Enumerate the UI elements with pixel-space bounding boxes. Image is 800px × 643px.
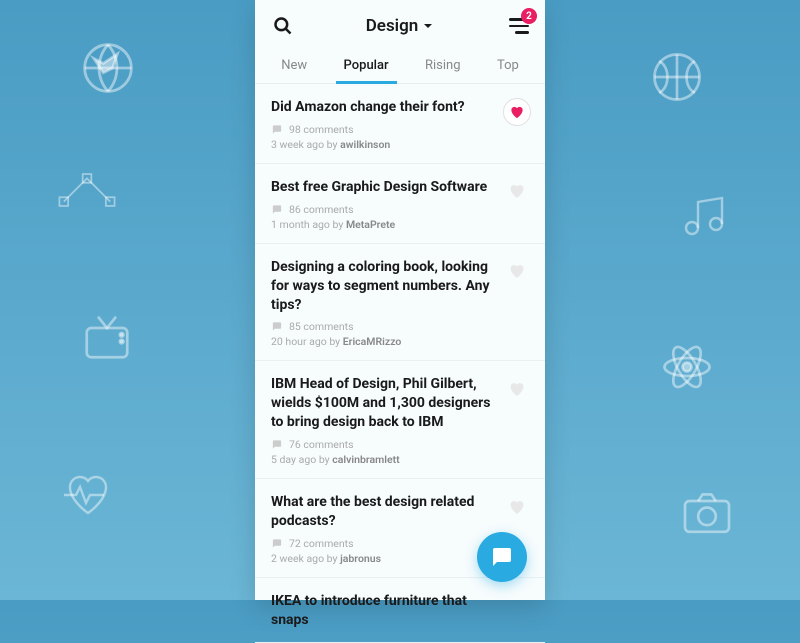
- post-byline: 5 day ago by calvinbramlett: [271, 453, 529, 466]
- tabs: New Popular Rising Top: [255, 44, 545, 84]
- header: Design 2: [255, 0, 545, 44]
- post-title: Did Amazon change their font?: [271, 98, 529, 117]
- like-button[interactable]: [503, 178, 531, 206]
- post-item[interactable]: Did Amazon change their font? 98 comment…: [255, 84, 545, 164]
- search-button[interactable]: [271, 14, 295, 38]
- post-item[interactable]: Designing a coloring book, looking for w…: [255, 244, 545, 362]
- search-icon: [273, 16, 293, 36]
- post-meta: 76 comments: [271, 438, 529, 451]
- compose-fab[interactable]: [477, 532, 527, 582]
- comment-icon: [271, 124, 283, 135]
- comment-icon: [271, 204, 283, 215]
- heart-icon: [508, 499, 526, 516]
- heart-icon: [509, 105, 525, 120]
- chevron-down-icon: [422, 20, 434, 32]
- heart-icon: [508, 381, 526, 398]
- tab-top[interactable]: Top: [493, 50, 523, 83]
- post-author: EricaMRizzo: [343, 335, 402, 348]
- post-meta: 98 comments: [271, 123, 529, 136]
- heart-icon: [508, 183, 526, 200]
- comment-count: 86 comments: [289, 203, 354, 216]
- post-meta: 86 comments: [271, 203, 529, 216]
- post-item[interactable]: IBM Head of Design, Phil Gilbert, wields…: [255, 361, 545, 479]
- music-note-icon: [680, 190, 728, 242]
- comment-count: 72 comments: [289, 537, 354, 550]
- post-title: Best free Graphic Design Software: [271, 178, 529, 197]
- comment-count: 85 comments: [289, 320, 354, 333]
- tv-icon: [80, 310, 134, 364]
- post-byline: 3 week ago by awilkinson: [271, 138, 529, 151]
- basketball-icon: [650, 50, 704, 104]
- comment-icon: [271, 538, 283, 549]
- camera-icon: [680, 490, 734, 534]
- post-title: IBM Head of Design, Phil Gilbert, wields…: [271, 375, 529, 432]
- tab-popular[interactable]: Popular: [340, 50, 393, 83]
- post-byline: 20 hour ago by EricaMRizzo: [271, 335, 529, 348]
- heart-icon: [508, 263, 526, 280]
- post-author: awilkinson: [340, 138, 390, 151]
- post-meta: 85 comments: [271, 320, 529, 333]
- page-title: Design: [366, 16, 419, 36]
- post-title: Designing a coloring book, looking for w…: [271, 258, 529, 315]
- like-button[interactable]: [503, 98, 531, 126]
- post-item[interactable]: IKEA to introduce furniture that snaps: [255, 578, 545, 643]
- post-title: What are the best design related podcast…: [271, 493, 529, 531]
- chat-bubble-icon: [490, 545, 514, 569]
- menu-button[interactable]: 2: [505, 14, 529, 38]
- comment-count: 98 comments: [289, 123, 354, 136]
- post-author: MetaPrete: [346, 218, 395, 231]
- post-title: IKEA to introduce furniture that snaps: [271, 592, 529, 630]
- post-byline: 1 month ago by MetaPrete: [271, 218, 529, 231]
- category-dropdown[interactable]: Design: [366, 16, 435, 36]
- like-button[interactable]: [503, 375, 531, 403]
- post-item[interactable]: Best free Graphic Design Software 86 com…: [255, 164, 545, 244]
- globe-plane-icon: [80, 40, 136, 96]
- like-button[interactable]: [503, 493, 531, 521]
- phone-frame: Design 2 New Popular Rising Top Did Amaz…: [255, 0, 545, 600]
- post-author: jabronus: [340, 552, 381, 565]
- like-button[interactable]: [503, 258, 531, 286]
- post-author: calvinbramlett: [332, 453, 399, 466]
- atom-icon: [660, 340, 714, 394]
- comment-icon: [271, 439, 283, 450]
- comment-icon: [271, 321, 283, 332]
- notification-badge: 2: [521, 8, 537, 24]
- pen-tool-icon: [58, 170, 116, 210]
- tab-rising[interactable]: Rising: [421, 50, 465, 83]
- comment-count: 76 comments: [289, 438, 354, 451]
- heartbeat-icon: [60, 470, 116, 520]
- tab-new[interactable]: New: [277, 50, 311, 83]
